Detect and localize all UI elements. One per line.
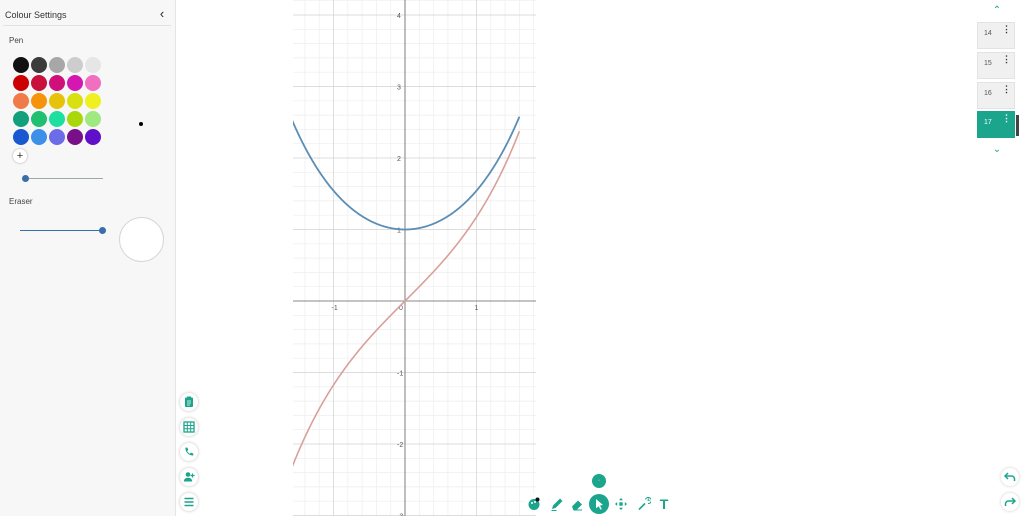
colour-swatch-24[interactable]: [67, 129, 83, 145]
add-user-button[interactable]: [180, 468, 198, 486]
page-thumbnail-17[interactable]: 17 ⋮: [977, 111, 1019, 138]
y-tick-label: -1: [397, 371, 403, 378]
text-tool[interactable]: T: [654, 494, 674, 514]
redo-button[interactable]: [1001, 493, 1019, 511]
colour-swatch-11[interactable]: [13, 93, 29, 109]
colour-swatch-9[interactable]: [67, 75, 83, 91]
colour-swatch-23[interactable]: [49, 129, 65, 145]
eraser-size-slider-track[interactable]: [20, 230, 104, 231]
pen-icon: [551, 498, 563, 511]
panel-title: Colour Settings: [5, 10, 67, 20]
colour-swatch-22[interactable]: [31, 129, 47, 145]
menu-button[interactable]: [180, 493, 198, 511]
colour-swatch-10[interactable]: [85, 75, 101, 91]
page-number: 16: [984, 90, 992, 97]
panel-divider: [3, 25, 171, 26]
page-number: 17: [984, 119, 992, 126]
move-tool[interactable]: [611, 494, 631, 514]
eraser-icon: [572, 500, 582, 511]
colour-swatch-20[interactable]: [85, 111, 101, 127]
colour-swatch-13[interactable]: [49, 93, 65, 109]
laser-pointer-tool[interactable]: [634, 494, 654, 514]
colour-swatch-16[interactable]: [13, 111, 29, 127]
collapse-panel-icon[interactable]: ‹: [156, 7, 168, 21]
eraser-label: Eraser: [9, 197, 33, 206]
colour-swatch-17[interactable]: [31, 111, 47, 127]
page-options-icon[interactable]: ⋮: [1002, 114, 1011, 123]
undo-icon: [1004, 472, 1016, 481]
graph-minor-grid: [293, 0, 536, 516]
pages-up-icon[interactable]: ⌃: [990, 5, 1004, 17]
y-tick-label: 3: [397, 85, 401, 92]
laser-pointer-icon: [638, 497, 651, 511]
cosh-curve: [293, 116, 521, 231]
move-arrows-icon: [615, 498, 627, 510]
undo-button[interactable]: [1001, 468, 1019, 486]
eraser-size-slider-thumb[interactable]: [99, 227, 106, 234]
colour-swatch-7[interactable]: [31, 75, 47, 91]
colour-swatch-1[interactable]: [13, 57, 29, 73]
colour-swatch-18[interactable]: [49, 111, 65, 127]
y-tick-label: 2: [397, 156, 401, 163]
y-tick-label: -2: [397, 442, 403, 449]
select-tool[interactable]: [589, 494, 609, 514]
phone-icon: [185, 447, 194, 456]
pages-down-icon[interactable]: ⌄: [990, 144, 1004, 156]
pen-size-slider-thumb[interactable]: [22, 175, 29, 182]
colour-swatch-25[interactable]: [85, 129, 101, 145]
page-number: 15: [984, 60, 992, 67]
colour-swatch-12[interactable]: [31, 93, 47, 109]
colour-swatch-15[interactable]: [85, 93, 101, 109]
pages-sidebar: ⌃ 14 ⋮ 15 ⋮ 16 ⋮ 17 ⋮ ⌄: [976, 0, 1024, 516]
y-tick-label: 4: [397, 13, 401, 20]
function-graph[interactable]: -1014321-1-2-3: [293, 0, 536, 516]
page-scrollbar[interactable]: [1016, 115, 1019, 136]
x-tick-label: 1: [475, 305, 479, 312]
eraser-tool[interactable]: [567, 494, 587, 514]
page-thumbnail-16[interactable]: 16 ⋮: [977, 82, 1015, 109]
colour-swatch-6[interactable]: [13, 75, 29, 91]
pen-colour-palette: [12, 56, 112, 146]
call-button[interactable]: [180, 443, 198, 461]
colour-settings-panel: Colour Settings ‹ Pen + Eraser: [0, 0, 176, 516]
colour-swatch-21[interactable]: [13, 129, 29, 145]
pen-tool[interactable]: [547, 494, 567, 514]
page-options-icon[interactable]: ⋮: [1002, 55, 1011, 64]
pen-size-slider-track[interactable]: [22, 178, 103, 179]
colour-swatch-3[interactable]: [49, 57, 65, 73]
colour-swatch-5[interactable]: [85, 57, 101, 73]
pen-label: Pen: [9, 36, 24, 45]
notes-icon: [185, 396, 193, 407]
palette-icon: [528, 497, 540, 510]
eraser-size-preview: [119, 217, 164, 262]
colour-palette-tool[interactable]: [524, 494, 544, 514]
add-user-icon: [183, 472, 195, 482]
menu-icon: [184, 497, 194, 507]
page-number: 14: [984, 30, 992, 37]
table-icon: [183, 421, 195, 433]
colour-swatch-14[interactable]: [67, 93, 83, 109]
redo-icon: [1004, 497, 1016, 506]
colour-swatch-8[interactable]: [49, 75, 65, 91]
cursor-arrow-icon: [596, 499, 603, 510]
page-options-icon[interactable]: ⋮: [1002, 25, 1011, 34]
toolbar-collapse-button[interactable]: ·: [592, 474, 606, 488]
notes-button[interactable]: [180, 393, 198, 411]
page-thumbnail-15[interactable]: 15 ⋮: [977, 52, 1015, 79]
colour-swatch-2[interactable]: [31, 57, 47, 73]
add-colour-button[interactable]: +: [13, 149, 27, 163]
colour-swatch-19[interactable]: [67, 111, 83, 127]
table-button[interactable]: [180, 418, 198, 436]
pen-size-preview: [139, 122, 143, 126]
page-thumbnail-14[interactable]: 14 ⋮: [977, 22, 1015, 49]
x-tick-label: -1: [332, 305, 338, 312]
page-options-icon[interactable]: ⋮: [1002, 85, 1011, 94]
colour-swatch-4[interactable]: [67, 57, 83, 73]
